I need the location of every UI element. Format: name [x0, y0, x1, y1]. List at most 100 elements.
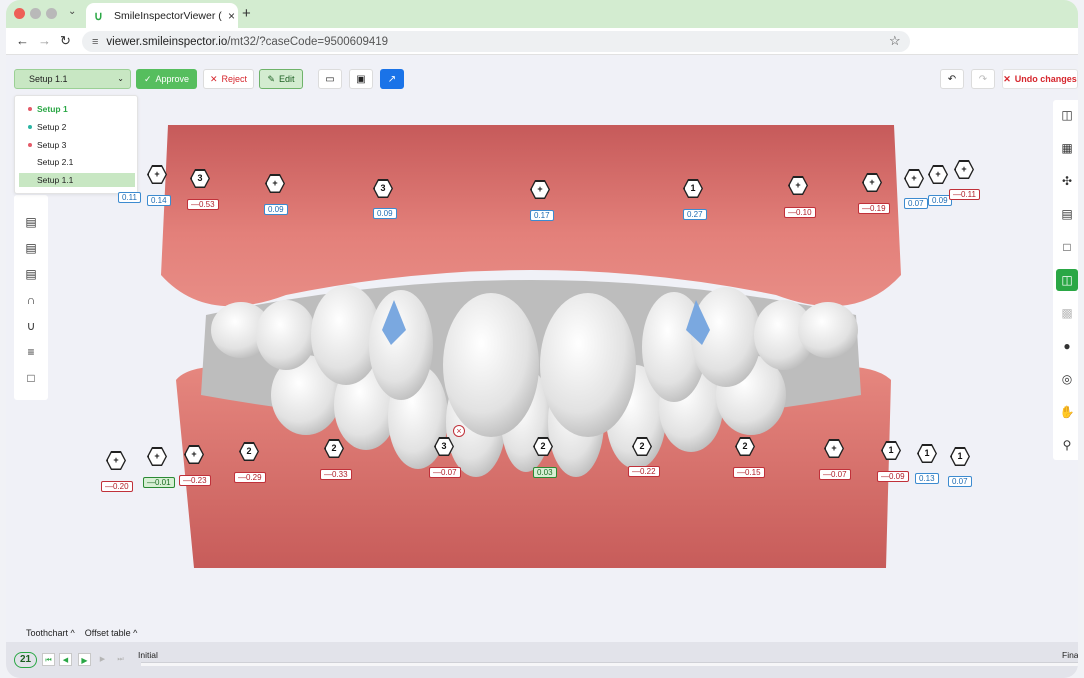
- edit-label: Edit: [279, 74, 295, 84]
- hand-tooth-icon[interactable]: ✋: [1056, 401, 1078, 423]
- site-settings-icon[interactable]: ≡: [92, 36, 98, 48]
- gum-icon[interactable]: ◎: [1056, 368, 1078, 390]
- close-tab-icon[interactable]: ×: [228, 9, 235, 23]
- tab-toothchart[interactable]: Toothchart ^: [26, 628, 75, 638]
- setup-option[interactable]: Setup 3: [19, 138, 135, 152]
- maximize-window-button[interactable]: [46, 8, 57, 19]
- back-icon[interactable]: ←: [16, 33, 29, 48]
- prev-step-button[interactable]: ◀: [59, 653, 72, 666]
- setup-select[interactable]: Setup 1.1 ⌄: [14, 69, 131, 89]
- timeline-slider[interactable]: [141, 662, 1078, 666]
- upper-arch-icon[interactable]: ▤: [23, 215, 39, 229]
- setup-option[interactable]: Setup 1: [19, 102, 135, 116]
- new-tab-button[interactable]: +: [242, 5, 251, 22]
- chair-icon[interactable]: □: [1056, 236, 1078, 258]
- smile-favicon-icon: ∪: [94, 8, 103, 23]
- square-icon[interactable]: □: [23, 371, 39, 385]
- offset-value: —0.11: [949, 189, 980, 200]
- browser-window: ⌄ ∪ SmileInspectorViewer (v1.0.1 × + ← →…: [6, 0, 1078, 678]
- offset-value: —0.22: [628, 466, 660, 477]
- hex-label: 1: [888, 445, 894, 455]
- offset-value: 0.14: [147, 195, 171, 206]
- tooth-settings-icon[interactable]: ◫: [1056, 104, 1078, 126]
- external-link-icon: ↗: [387, 73, 397, 85]
- share-button[interactable]: ↗: [380, 69, 404, 89]
- status-dot: [28, 160, 32, 164]
- approve-label: Approve: [155, 74, 190, 84]
- bookmark-star-icon[interactable]: ☆: [889, 33, 901, 49]
- setup-option-label: Setup 2.1: [37, 157, 74, 167]
- step-forward-icon: ▶: [99, 656, 106, 663]
- close-window-button[interactable]: [14, 8, 25, 19]
- measure-icon[interactable]: ▤: [1056, 203, 1078, 225]
- last-step-button[interactable]: ⏭: [114, 653, 127, 666]
- minimize-window-button[interactable]: [30, 8, 41, 19]
- skip-start-icon: ⏮: [45, 657, 52, 664]
- screenshot-button[interactable]: ▣: [349, 69, 373, 89]
- address-bar-row: ← → ↻ ≡ viewer.smileinspector.io/mt32/?c…: [6, 28, 1078, 55]
- hex-label: +: [537, 184, 543, 194]
- comment-button[interactable]: ▭: [318, 69, 342, 89]
- status-dot: [28, 125, 32, 129]
- bite-view-icon[interactable]: ≡: [23, 345, 39, 359]
- check-icon: ✓: [143, 73, 152, 84]
- play-button[interactable]: ▶: [78, 653, 91, 666]
- left-view-icon[interactable]: ▤: [23, 267, 39, 281]
- offset-value: —0.53: [187, 199, 219, 210]
- grid-icon[interactable]: ▦: [1056, 137, 1078, 159]
- timeline-end-label: Fina: [1062, 650, 1078, 660]
- offset-value: —0.01: [143, 477, 175, 488]
- offset-value: —0.23: [179, 475, 211, 486]
- occlusal-upper-icon[interactable]: ∩: [23, 293, 39, 307]
- offset-value: —0.07: [819, 469, 851, 480]
- offset-value: —0.07: [429, 467, 461, 478]
- remove-marker-icon[interactable]: ×: [453, 425, 465, 437]
- setup-option[interactable]: Setup 2.1: [19, 155, 135, 169]
- axis-icon[interactable]: ✣: [1056, 170, 1078, 192]
- attachments-icon[interactable]: ▩: [1056, 302, 1078, 324]
- overlay-icon[interactable]: ●: [1056, 335, 1078, 357]
- hex-label: 3: [441, 441, 447, 451]
- tab-title: SmileInspectorViewer (v1.0.1: [114, 9, 222, 22]
- hex-label: +: [935, 169, 941, 179]
- redo-button[interactable]: ↷: [971, 69, 995, 89]
- url-host: viewer.smileinspector.io: [106, 35, 228, 48]
- offset-value: 0.07: [948, 476, 972, 487]
- tab-list-chevron-icon[interactable]: ⌄: [68, 6, 76, 17]
- offset-value: 0.07: [904, 198, 928, 209]
- browser-tab[interactable]: ∪ SmileInspectorViewer (v1.0.1 ×: [86, 3, 238, 28]
- forward-icon[interactable]: →: [38, 33, 51, 48]
- comment-icon: ▭: [325, 73, 335, 85]
- undo-icon: ↶: [947, 73, 957, 85]
- setup-option-label: Setup 2: [37, 122, 67, 132]
- offset-value: —0.15: [733, 467, 765, 478]
- first-step-button[interactable]: ⏮: [42, 653, 55, 666]
- left-toolbar: ▤ ▤ ▤ ∩ ∪ ≡ □: [14, 195, 48, 400]
- undo-button[interactable]: ↶: [940, 69, 964, 89]
- hex-label: 1: [690, 183, 696, 193]
- hex-label: +: [911, 173, 917, 183]
- occlusal-lower-icon[interactable]: ∪: [23, 319, 39, 333]
- next-step-button[interactable]: ▶: [96, 653, 109, 666]
- chevron-up-icon: ^: [133, 628, 138, 638]
- redo-icon: ↷: [978, 73, 988, 85]
- reject-button[interactable]: ✕ Reject: [203, 69, 254, 89]
- setup-option[interactable]: Setup 2: [19, 120, 135, 134]
- chevron-down-icon: ⌄: [117, 74, 124, 83]
- hex-label: 1: [957, 451, 963, 461]
- setup-option[interactable]: Setup 1.1: [19, 173, 135, 187]
- undo-changes-button[interactable]: ✕ Undo changes: [1002, 69, 1078, 89]
- timeline-start-label: Initial: [138, 650, 158, 660]
- hex-label: 1: [924, 448, 930, 458]
- right-view-icon[interactable]: ▤: [23, 241, 39, 255]
- zoom-tooth-icon[interactable]: ⚲: [1056, 434, 1078, 456]
- tab-offset-table[interactable]: Offset table ^: [85, 628, 138, 638]
- approve-button[interactable]: ✓ Approve: [136, 69, 197, 89]
- offset-value: 0.13: [915, 473, 939, 484]
- ipr-view-icon[interactable]: ◫: [1056, 269, 1078, 291]
- url-field[interactable]: ≡ viewer.smileinspector.io/mt32/?caseCod…: [82, 31, 910, 52]
- edit-button[interactable]: ✎ Edit: [259, 69, 303, 89]
- reload-icon[interactable]: ↻: [60, 33, 71, 49]
- setup-dropdown: Setup 1 Setup 2 Setup 3 Setup 2.1 Setup …: [14, 95, 138, 194]
- offset-value: 0.11: [118, 192, 141, 203]
